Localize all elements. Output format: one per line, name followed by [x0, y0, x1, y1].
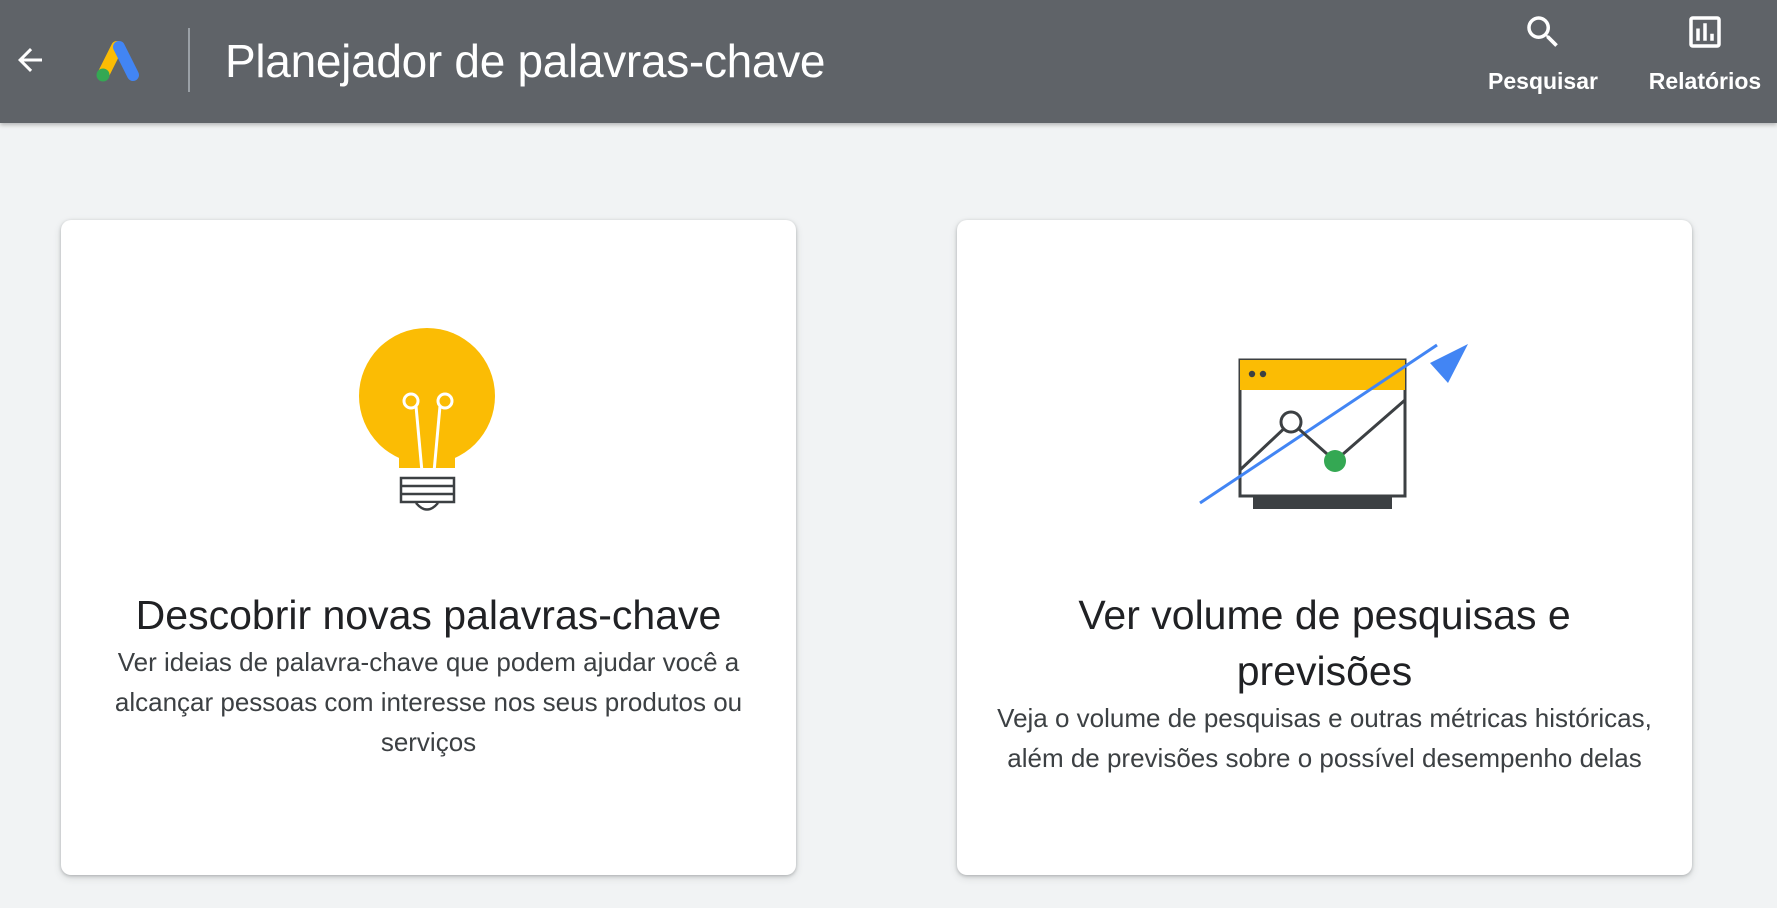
app-header: Planejador de palavras-chave Pesquisar R… — [0, 0, 1777, 123]
lightbulb-icon — [359, 328, 495, 511]
search-button-label: Pesquisar — [1488, 68, 1598, 94]
card-description: Ver ideias de palavra-chave que podem aj… — [114, 647, 743, 757]
reports-button[interactable]: Relatórios — [1640, 10, 1770, 102]
header-divider — [188, 28, 190, 92]
card-description: Veja o volume de pesquisas e outras métr… — [997, 703, 1652, 773]
discover-keywords-card[interactable]: Descobrir novas palavras-chave Ver ideia… — [61, 220, 796, 875]
arrow-back-icon — [18, 48, 42, 72]
trend-chart-icon — [1199, 343, 1468, 509]
google-ads-logo — [92, 34, 146, 86]
reports-button-label: Relatórios — [1648, 68, 1762, 94]
back-button[interactable] — [8, 34, 52, 86]
card-title: Descobrir novas palavras-chave — [135, 592, 722, 638]
page-title: Planejador de palavras-chave — [225, 35, 826, 87]
search-volume-card[interactable]: Ver volume de pesquisas e previsões Veja… — [957, 220, 1692, 875]
card-title: Ver volume de pesquisas e previsões — [1078, 592, 1571, 694]
search-button[interactable]: Pesquisar — [1478, 10, 1608, 102]
bar-chart-icon — [1689, 16, 1721, 48]
search-icon — [1527, 16, 1558, 47]
